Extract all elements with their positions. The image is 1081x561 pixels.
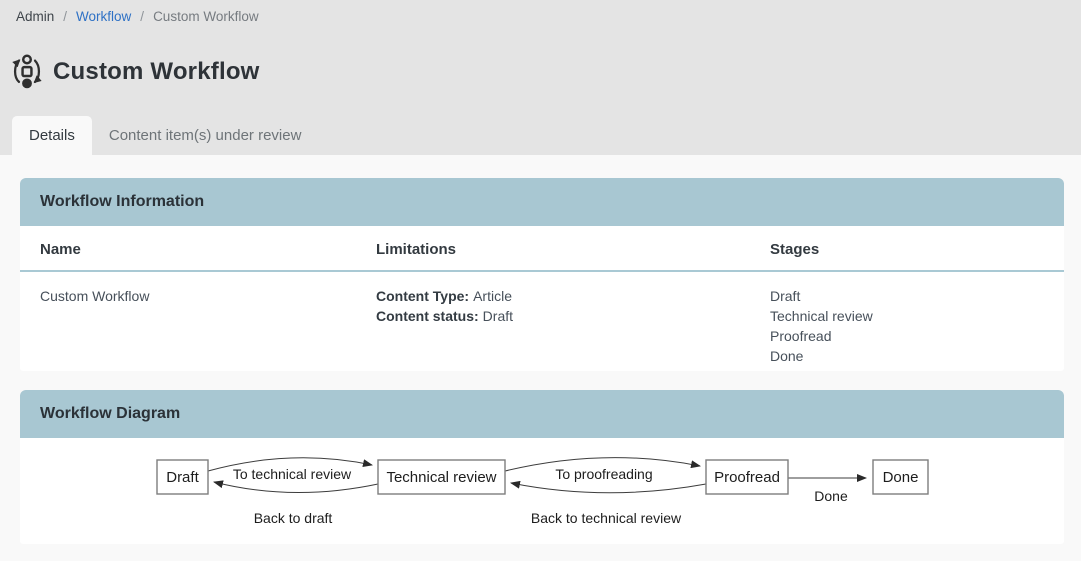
workflow-information-body: Name Limitations Stages Custom Workflow … bbox=[20, 226, 1064, 371]
topbar: Admin / Workflow / Custom Workflow Custo… bbox=[0, 0, 1081, 155]
limitation-content-status-value: Draft bbox=[483, 308, 513, 324]
workflow-diagram-svg: To technical review Back to draft To pro… bbox=[20, 438, 1064, 544]
workflow-information-panel: Workflow Information Name Limitations St… bbox=[20, 178, 1064, 371]
edge-technical-review-back-to-draft bbox=[214, 482, 378, 493]
edge-label-back-to-technical-review: Back to technical review bbox=[531, 510, 682, 526]
tab-content-items-label: Content item(s) under review bbox=[109, 127, 302, 144]
page-title: Custom Workflow bbox=[53, 58, 260, 86]
tab-details[interactable]: Details bbox=[12, 116, 92, 155]
limitation-content-type-value: Article bbox=[473, 288, 512, 304]
svg-text:Draft: Draft bbox=[166, 469, 199, 486]
tab-bar: Details Content item(s) under review bbox=[12, 116, 318, 155]
workflow-diagram-header: Workflow Diagram bbox=[20, 390, 1064, 438]
limitations-cell: Content Type:Article Content status:Draf… bbox=[356, 272, 750, 371]
column-header-stages: Stages bbox=[750, 226, 1064, 272]
workflow-diagram-body: To technical review Back to draft To pro… bbox=[20, 438, 1064, 544]
column-header-name: Name bbox=[20, 226, 356, 272]
stage-item-done: Done bbox=[770, 346, 1064, 366]
tab-details-label: Details bbox=[29, 127, 75, 144]
limitation-content-type: Content Type:Article bbox=[376, 286, 750, 306]
stages-cell: Draft Technical review Proofread Done bbox=[750, 272, 1064, 371]
main-content: Workflow Information Name Limitations St… bbox=[0, 155, 1081, 544]
workflow-diagram-panel: Workflow Diagram To technical review Bac… bbox=[20, 390, 1064, 544]
tab-content-items-under-review[interactable]: Content item(s) under review bbox=[92, 116, 319, 155]
breadcrumb-current: Custom Workflow bbox=[153, 9, 259, 24]
diagram-node-proofread: Proofread bbox=[706, 460, 788, 494]
workflow-information-title: Workflow Information bbox=[40, 193, 204, 211]
limitation-content-status: Content status:Draft bbox=[376, 306, 750, 326]
workflow-information-table: Name Limitations Stages Custom Workflow … bbox=[20, 226, 1064, 371]
workflow-name-cell: Custom Workflow bbox=[20, 272, 356, 371]
diagram-node-draft: Draft bbox=[157, 460, 208, 494]
workflow-diagram-title: Workflow Diagram bbox=[40, 405, 180, 423]
stages-list: Draft Technical review Proofread Done bbox=[770, 286, 1064, 366]
svg-text:Done: Done bbox=[883, 469, 919, 486]
column-header-limitations: Limitations bbox=[356, 226, 750, 272]
diagram-node-done: Done bbox=[873, 460, 928, 494]
workflow-name-value: Custom Workflow bbox=[40, 288, 149, 304]
breadcrumb-separator: / bbox=[140, 9, 144, 24]
breadcrumb-workflow-link[interactable]: Workflow bbox=[76, 9, 131, 24]
workflow-icon bbox=[10, 53, 44, 90]
edge-proofread-back-to-technical-review bbox=[511, 483, 706, 493]
edge-label-to-technical-review: To technical review bbox=[233, 466, 352, 482]
page-title-row: Custom Workflow bbox=[10, 53, 260, 90]
breadcrumb: Admin / Workflow / Custom Workflow bbox=[16, 9, 259, 24]
stage-item-proofread: Proofread bbox=[770, 326, 1064, 346]
svg-text:Technical review: Technical review bbox=[386, 469, 496, 486]
edge-label-back-to-draft: Back to draft bbox=[254, 510, 333, 526]
svg-text:Proofread: Proofread bbox=[714, 469, 780, 486]
limitation-content-type-label: Content Type: bbox=[376, 288, 469, 304]
stage-item-draft: Draft bbox=[770, 286, 1064, 306]
edge-label-to-proofreading: To proofreading bbox=[555, 466, 652, 482]
edge-label-done: Done bbox=[814, 488, 848, 504]
stage-item-technical-review: Technical review bbox=[770, 306, 1064, 326]
breadcrumb-admin: Admin bbox=[16, 9, 54, 24]
diagram-node-technical-review: Technical review bbox=[378, 460, 505, 494]
breadcrumb-separator: / bbox=[63, 9, 67, 24]
workflow-information-header: Workflow Information bbox=[20, 178, 1064, 226]
limitation-content-status-label: Content status: bbox=[376, 308, 479, 324]
